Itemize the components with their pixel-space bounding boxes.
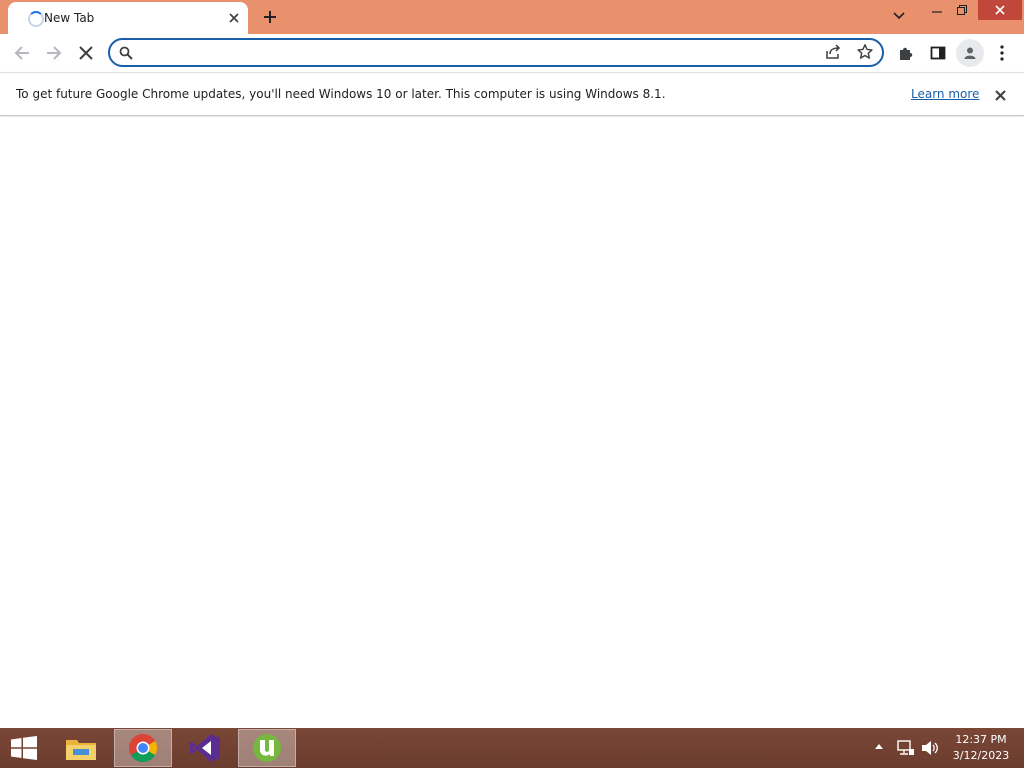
clock-time: 12:37 PM [955,733,1007,746]
new-tab-button[interactable] [258,5,282,29]
show-hidden-icons-chevron-up-icon[interactable] [874,743,884,750]
tab-strip: New Tab [0,0,1024,34]
infobar-message: To get future Google Chrome updates, you… [16,87,666,101]
tab-close-icon[interactable] [224,8,244,28]
side-panel-icon[interactable] [924,39,952,67]
back-button[interactable] [8,39,36,67]
forward-button[interactable] [40,39,68,67]
taskbar-app-utorrent[interactable] [238,729,296,767]
folder-icon [66,740,96,760]
stop-loading-button[interactable] [72,39,100,67]
chrome-logo-icon [129,734,157,762]
system-clock[interactable]: 12:37 PM 3/12/2023 [940,732,1022,764]
infobar-close-icon[interactable] [990,85,1010,105]
menu-kebab-icon[interactable] [988,39,1016,67]
learn-more-link[interactable]: Learn more [911,87,979,101]
tab-title: New Tab [44,11,95,25]
volume-speaker-icon[interactable] [921,740,939,756]
tab-new-tab[interactable]: New Tab [8,2,248,34]
tab-search-chevron-down-icon[interactable] [888,6,910,26]
page-content [0,117,1024,728]
profile-avatar-icon[interactable] [956,39,984,67]
utorrent-icon [253,734,281,762]
taskbar: 12:37 PM 3/12/2023 [0,728,1024,768]
visual-studio-icon [190,734,220,762]
address-bar[interactable] [108,38,884,67]
clock-date: 3/12/2023 [952,749,1010,762]
network-icon[interactable] [897,740,915,756]
update-infobar: To get future Google Chrome updates, you… [0,72,1024,116]
minimize-button[interactable] [926,0,948,20]
start-button[interactable] [0,728,48,768]
search-icon [119,45,133,64]
taskbar-app-chrome[interactable] [114,729,172,767]
taskbar-app-visual-studio[interactable] [176,729,234,767]
loading-spinner-icon [28,11,44,27]
share-icon[interactable] [824,43,842,65]
taskbar-app-file-explorer[interactable] [52,729,110,767]
bookmark-star-icon[interactable] [856,43,874,65]
restore-button[interactable] [951,0,973,20]
extensions-puzzle-icon[interactable] [892,39,920,67]
address-input[interactable] [144,43,814,62]
chrome-window: New Tab To get future Google Chrome upda… [0,0,1024,728]
close-window-button[interactable] [978,0,1022,20]
toolbar [0,34,1024,72]
